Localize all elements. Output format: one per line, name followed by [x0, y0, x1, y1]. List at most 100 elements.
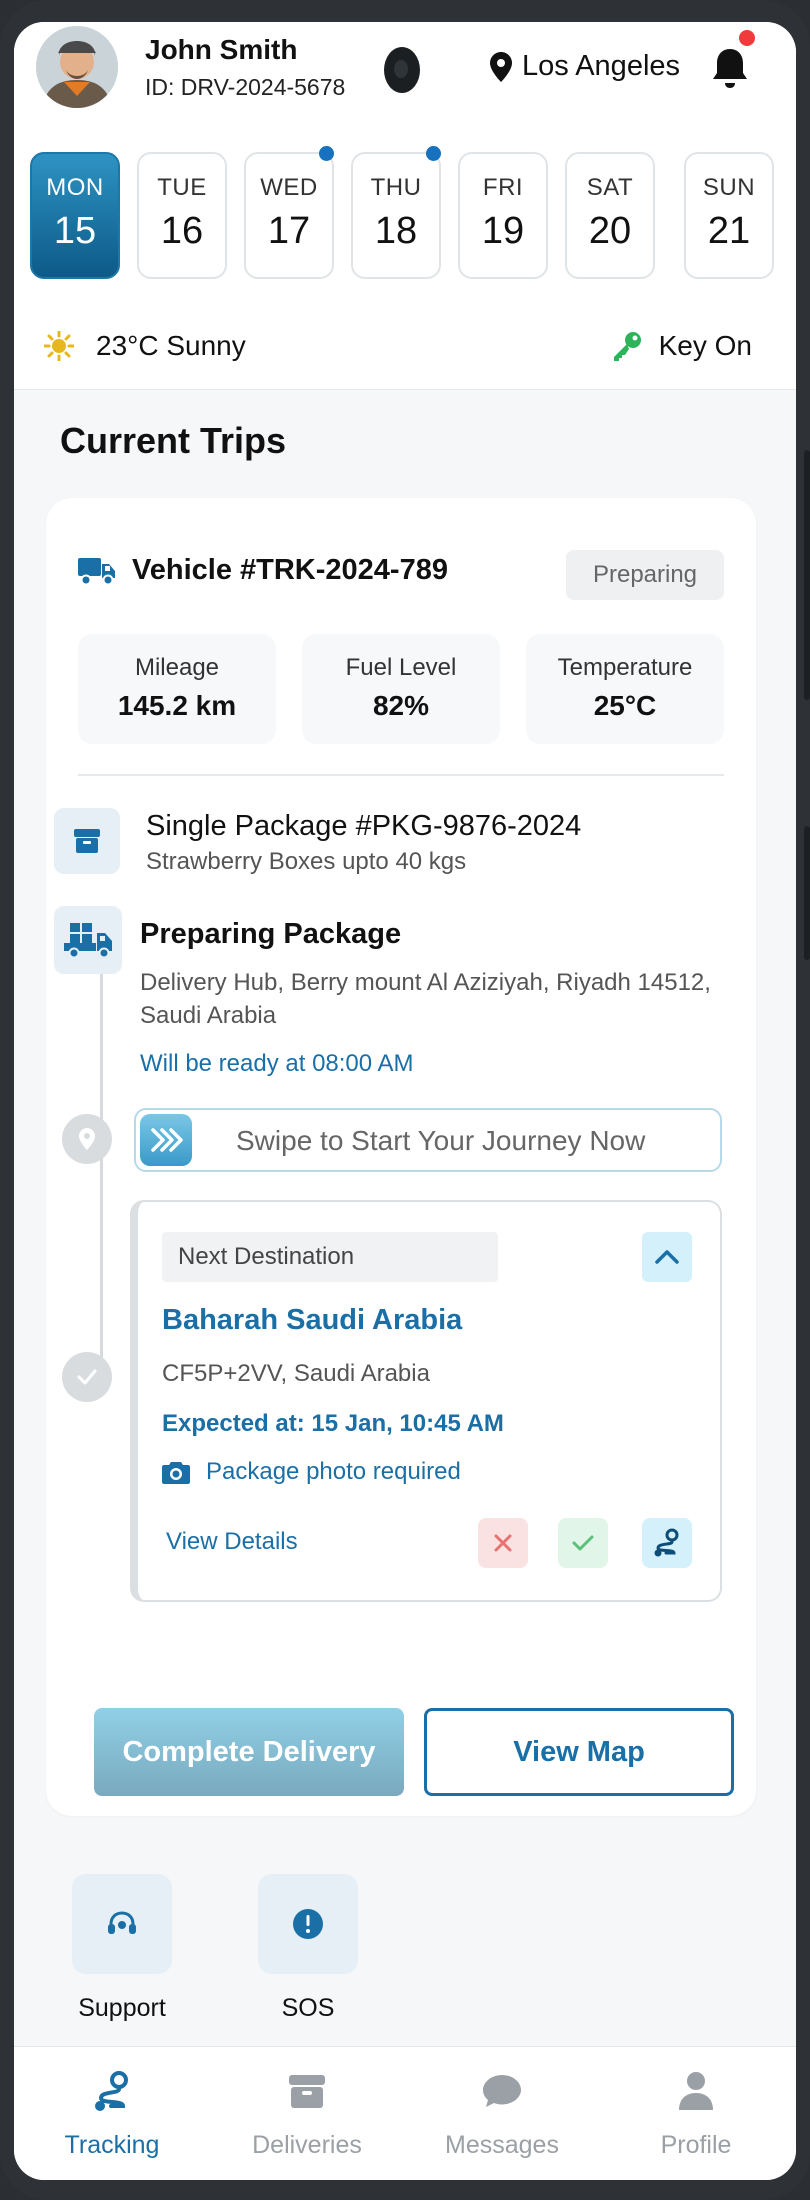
nav-label: Deliveries [252, 2131, 362, 2159]
key-icon [613, 332, 641, 361]
status-badge: Preparing [566, 550, 724, 600]
stat-label: Temperature [557, 654, 693, 681]
swipe-to-start[interactable]: Swipe to Start Your Journey Now [134, 1108, 722, 1172]
day-fri[interactable]: FRI 19 [458, 152, 548, 279]
nav-label: Messages [445, 2131, 559, 2159]
stat-value: 145.2 km [117, 690, 237, 721]
complete-delivery-button[interactable]: Complete Delivery [94, 1708, 404, 1796]
location-selector[interactable]: Los Angeles [490, 50, 680, 83]
check-icon [572, 1535, 594, 1551]
day-mon[interactable]: MON 15 [30, 152, 120, 279]
divider [78, 774, 724, 776]
stat-mileage: Mileage 145.2 km [78, 634, 276, 744]
swipe-label: Swipe to Start Your Journey Now [236, 1125, 646, 1156]
ignition-text: Key On [658, 330, 752, 361]
route-icon [95, 2071, 128, 2111]
support-icon-box [72, 1874, 172, 1974]
check-icon [77, 1369, 97, 1385]
destination-name: Baharah Saudi Arabia [162, 1304, 463, 1336]
nav-label: Tracking [64, 2131, 160, 2159]
sos-action[interactable]: SOS [258, 1874, 358, 2023]
front-camera [384, 47, 420, 93]
destination-label: Next Destination [162, 1232, 498, 1282]
stat-temperature: Temperature 25°C [526, 634, 724, 744]
nav-messages[interactable]: Messages [422, 2063, 582, 2160]
ignition-status: Key On [611, 330, 752, 362]
trip-card: Vehicle #TRK-2024-789 Preparing Mileage … [46, 498, 756, 1816]
stat-fuel: Fuel Level 82% [302, 634, 500, 744]
photo-required[interactable]: Package photo required [162, 1458, 461, 1486]
day-number: 19 [481, 210, 525, 252]
avatar[interactable] [36, 26, 118, 108]
location-pin-icon [79, 1128, 95, 1150]
nav-deliveries[interactable]: Deliveries [227, 2063, 387, 2160]
box-icon [74, 829, 100, 853]
preparing-title: Preparing Package [140, 918, 402, 950]
support-label: Support [78, 1994, 166, 2022]
vehicle-title: Vehicle #TRK-2024-789 [132, 554, 448, 586]
camera-icon [162, 1462, 190, 1484]
swipe-handle[interactable] [140, 1114, 192, 1166]
preparing-icon-box [54, 906, 122, 974]
package-title: Single Package #PKG-9876-2024 [146, 810, 582, 842]
day-name: THU [370, 174, 422, 201]
package-subtitle: Strawberry Boxes upto 40 kgs [146, 848, 467, 875]
sos-icon-box [258, 1874, 358, 1974]
truck-icon [78, 557, 115, 585]
stat-label: Mileage [134, 654, 220, 681]
reject-button[interactable] [478, 1518, 528, 1568]
timeline-check-dot [62, 1352, 112, 1402]
date-strip: MON 15 TUE 16 WED 17 THU 18 FRI 19 SAT 20 SUN 21 [30, 146, 796, 280]
day-thu[interactable]: THU 18 [351, 146, 441, 279]
support-action[interactable]: Support [72, 1874, 172, 2023]
view-details-link[interactable]: View Details [166, 1528, 298, 1556]
chevron-up-icon [655, 1250, 679, 1264]
day-number: 18 [374, 210, 418, 252]
collapse-button[interactable] [642, 1232, 692, 1282]
location-label: Los Angeles [522, 50, 681, 82]
driver-id: ID: DRV-2024-5678 [145, 74, 346, 100]
route-button[interactable] [642, 1518, 692, 1568]
notifications-button[interactable] [710, 46, 750, 90]
destination-eta: Expected at: 15 Jan, 10:45 AM [162, 1410, 504, 1437]
route-icon [654, 1528, 679, 1557]
destination-code: CF5P+2VV, Saudi Arabia [162, 1360, 430, 1387]
ready-time: Will be ready at 08:00 AM [140, 1050, 414, 1077]
photo-required-label: Package photo required [206, 1458, 461, 1485]
person-icon [679, 2072, 713, 2110]
notification-badge [739, 30, 755, 46]
section-title: Current Trips [60, 420, 287, 461]
day-sun[interactable]: SUN 21 [684, 152, 774, 279]
day-name: SUN [702, 174, 756, 201]
package-icon [289, 2075, 325, 2108]
pickup-address: Delivery Hub, Berry mount Al Aziziyah, R… [140, 969, 711, 1029]
day-wed[interactable]: WED 17 [244, 146, 334, 279]
delivery-truck-icon [64, 923, 112, 959]
weather-text: 23°C Sunny [96, 330, 246, 361]
day-name: TUE [157, 174, 207, 201]
nav-label: Profile [660, 2131, 732, 2159]
day-name: FRI [482, 174, 524, 201]
timeline-line [100, 964, 103, 1376]
timeline-location-dot [62, 1114, 112, 1164]
day-number: 20 [588, 210, 632, 252]
user-name: John Smith [145, 34, 298, 65]
accept-button[interactable] [558, 1518, 608, 1568]
view-map-button[interactable]: View Map [424, 1708, 734, 1796]
location-pin-icon [490, 51, 512, 82]
day-number: 15 [53, 210, 97, 252]
chat-icon [483, 2075, 521, 2107]
day-name: WED [260, 174, 318, 201]
headset-icon [108, 1911, 136, 1934]
day-event-dot [319, 146, 334, 161]
phone-frame: John Smith ID: DRV-2024-5678 Los Angeles… [0, 0, 810, 2200]
chevrons-right-icon [151, 1128, 183, 1152]
vehicle-header: Vehicle #TRK-2024-789 [78, 554, 448, 587]
day-sat[interactable]: SAT 20 [565, 152, 655, 279]
nav-tracking[interactable]: Tracking [32, 2063, 192, 2160]
volume-button [804, 450, 810, 700]
sun-icon [44, 331, 74, 361]
day-tue[interactable]: TUE 16 [137, 152, 227, 279]
nav-profile[interactable]: Profile [616, 2063, 776, 2160]
sos-label: SOS [281, 1994, 335, 2022]
